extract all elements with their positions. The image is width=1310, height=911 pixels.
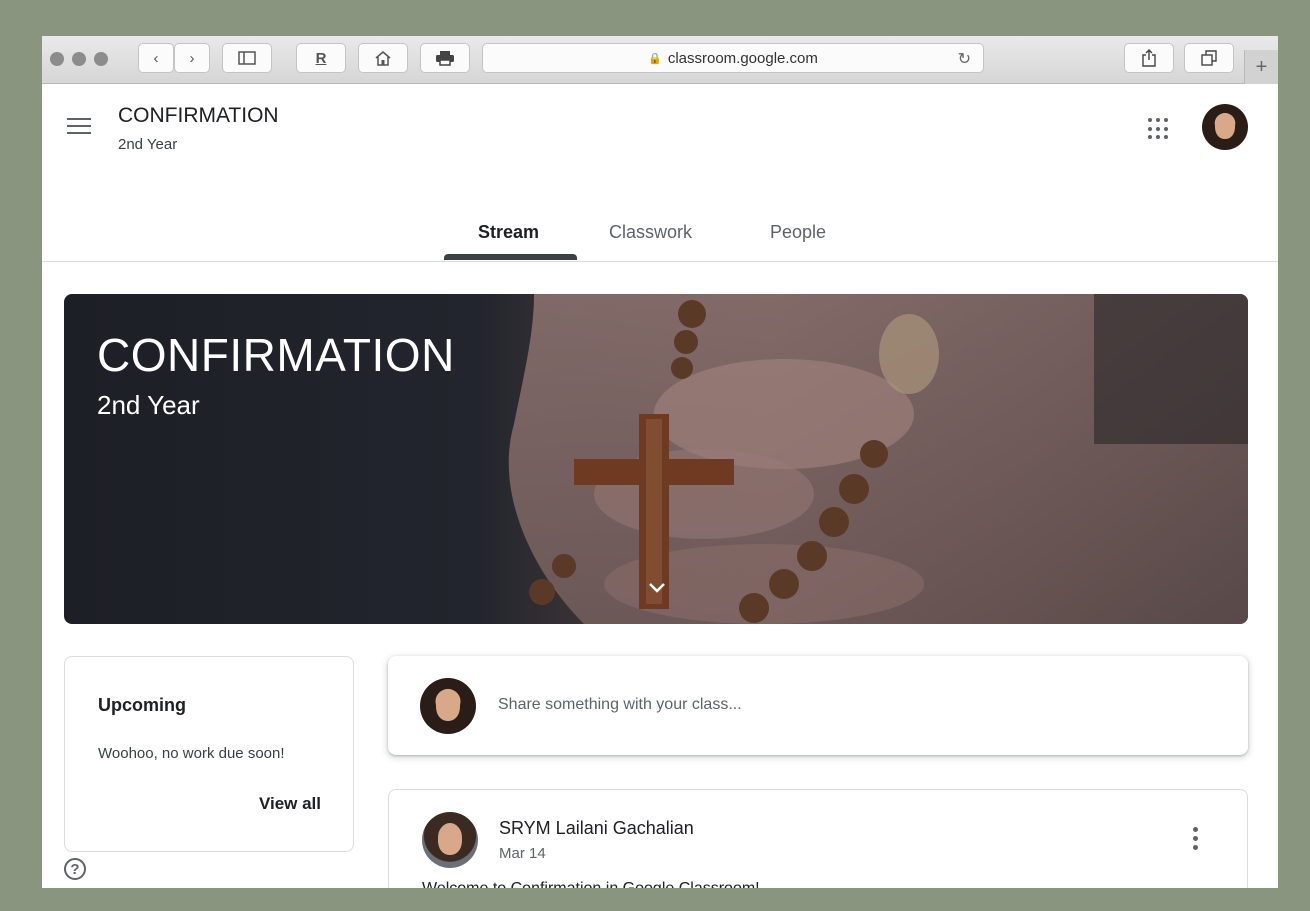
forward-button[interactable]: ›: [174, 43, 210, 73]
zoom-window-icon[interactable]: [94, 52, 108, 66]
post-more-options-icon[interactable]: [1193, 827, 1199, 853]
share-placeholder[interactable]: Share something with your class...: [498, 696, 742, 714]
class-section: 2nd Year: [118, 136, 178, 153]
author-avatar: [422, 812, 478, 868]
chevron-left-icon: ‹: [153, 49, 159, 67]
tab-classwork[interactable]: Classwork: [609, 204, 692, 261]
plus-icon: +: [1255, 55, 1268, 78]
help-icon[interactable]: ?: [64, 858, 86, 880]
upcoming-title: Upcoming: [98, 695, 186, 715]
browser-toolbar: ‹ › R 🔒 classroom.google.com ↻ +: [42, 36, 1278, 84]
sidebar-button[interactable]: [222, 43, 272, 73]
classroom-header: CONFIRMATION 2nd Year Stream Classwork P…: [42, 84, 1278, 262]
tabs-icon: [1201, 50, 1217, 66]
class-banner: CONFIRMATION 2nd Year: [64, 294, 1248, 624]
upcoming-card: Upcoming Woohoo, no work due soon! View …: [64, 656, 354, 852]
main-menu-button[interactable]: [67, 118, 91, 136]
class-title[interactable]: CONFIRMATION: [118, 104, 279, 128]
tabs-overview-button[interactable]: [1184, 43, 1234, 73]
lock-icon: 🔒: [648, 52, 662, 65]
address-bar[interactable]: 🔒 classroom.google.com ↻: [482, 43, 984, 73]
account-avatar[interactable]: [1202, 104, 1248, 150]
reader-r-icon: R: [315, 49, 327, 67]
tab-stream[interactable]: Stream: [478, 204, 539, 261]
url-text: classroom.google.com: [667, 49, 818, 67]
new-tab-button[interactable]: +: [1244, 50, 1278, 84]
class-tabs: Stream Classwork People: [42, 204, 1278, 261]
view-all-link[interactable]: View all: [259, 794, 321, 814]
banner-class-section: 2nd Year: [97, 390, 200, 420]
banner-class-title: CONFIRMATION: [97, 329, 455, 381]
share-icon: [1142, 49, 1156, 67]
reader-button[interactable]: R: [296, 43, 346, 73]
print-button[interactable]: [420, 43, 470, 73]
google-apps-icon[interactable]: [1148, 118, 1170, 140]
active-tab-indicator: [444, 254, 577, 260]
tab-people[interactable]: People: [770, 204, 826, 261]
upcoming-empty-message: Woohoo, no work due soon!: [98, 745, 285, 762]
user-avatar: [420, 678, 476, 734]
share-announcement-box[interactable]: Share something with your class...: [388, 656, 1248, 755]
back-button[interactable]: ‹: [138, 43, 174, 73]
browser-window: ‹ › R 🔒 classroom.google.com ↻ + CONFIRM…: [42, 36, 1278, 888]
share-page-button[interactable]: [1124, 43, 1174, 73]
post-date: Mar 14: [499, 845, 546, 862]
chevron-down-icon[interactable]: [646, 579, 668, 595]
sidebar-icon: [238, 51, 256, 65]
close-window-icon[interactable]: [50, 52, 64, 66]
printer-icon: [436, 51, 454, 66]
home-button[interactable]: [358, 43, 408, 73]
minimize-window-icon[interactable]: [72, 52, 86, 66]
reload-icon[interactable]: ↻: [958, 49, 971, 69]
home-icon: [375, 51, 391, 66]
post-author: SRYM Lailani Gachalian: [499, 818, 694, 838]
post-body: Welcome to Confirmation in Google Classr…: [422, 880, 760, 888]
stream-post: SRYM Lailani Gachalian Mar 14 Welcome to…: [388, 789, 1248, 888]
chevron-right-icon: ›: [189, 49, 195, 67]
